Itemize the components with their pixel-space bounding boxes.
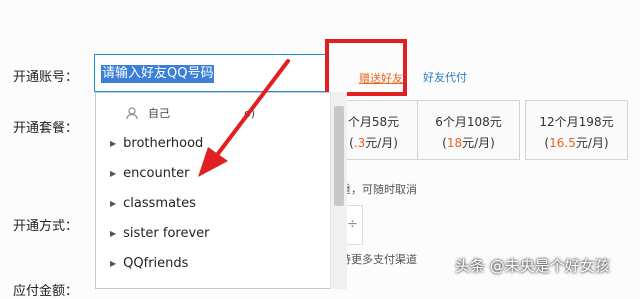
package-title: 6个月108元 (435, 115, 502, 129)
expand-triangle-icon: ▶ (110, 199, 117, 208)
package-price: (16.5元/月) (544, 136, 609, 150)
person-icon (126, 105, 138, 124)
expand-triangle-icon: ▶ (110, 139, 117, 148)
expand-triangle-icon: ▶ (110, 259, 117, 268)
group-encounter[interactable]: ▶ encounter (110, 166, 189, 181)
payment-note: 持更多支付渠道 (340, 253, 417, 266)
gift-friend-link[interactable]: 赠送好友 (359, 70, 403, 86)
stepper-icon: ÷ (347, 217, 358, 232)
group-classmates[interactable]: ▶ classmates (110, 196, 196, 211)
package-label: 开通套餐： (13, 121, 79, 136)
cancel-note: 重，可随时取消 (340, 183, 417, 196)
annotation-highlight-box (325, 39, 407, 96)
account-label: 开通账号： (13, 70, 79, 85)
amount-label: 应付金额： (13, 284, 79, 299)
expand-triangle-icon: ▶ (110, 169, 117, 178)
package-option-3[interactable]: 12个月198元 (16.5元/月) (525, 100, 628, 160)
group-sister-forever[interactable]: ▶ sister forever (110, 226, 210, 241)
expand-triangle-icon: ▶ (110, 229, 117, 238)
package-title: 12个月198元 (539, 115, 614, 129)
package-price: (18元/月) (442, 136, 495, 150)
method-label: 开通方式： (13, 219, 79, 234)
annotation-arrow-icon (198, 59, 290, 177)
watermark-text: 头条 @未央是个好女孩 (455, 257, 610, 275)
group-qqfriends[interactable]: ▶ QQfriends (110, 256, 188, 271)
dropdown-scrollbar[interactable] (330, 92, 347, 289)
scrollbar-thumb[interactable] (334, 106, 344, 206)
package-option-2[interactable]: 6个月108元 (18元/月) (417, 100, 520, 160)
friend-proxy-link[interactable]: 好友代付 (423, 69, 467, 85)
